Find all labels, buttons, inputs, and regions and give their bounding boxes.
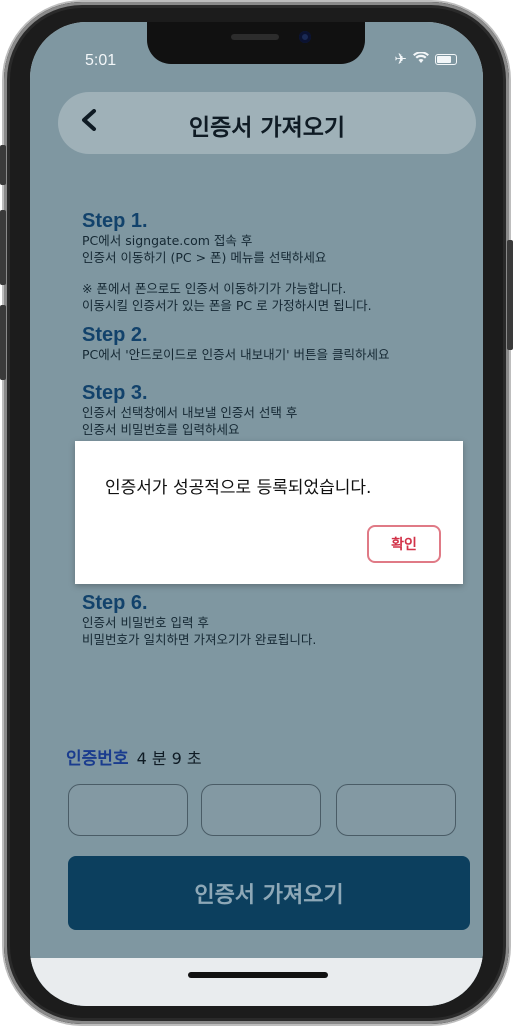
speaker xyxy=(231,34,279,40)
bottom-area xyxy=(30,958,483,1006)
auth-time-remaining: 4 분 9 초 xyxy=(136,749,202,768)
camera xyxy=(299,31,311,43)
step-line: 인증서 비밀번호를 입력하세요 xyxy=(82,422,240,437)
step-line: PC에서 signgate.com 접속 후 xyxy=(82,233,253,248)
step-title: Step 1. xyxy=(82,210,148,232)
volume-up-button xyxy=(0,210,6,285)
dialog-message: 인증서가 성공적으로 등록되었습니다. xyxy=(105,478,372,498)
step-line: 인증서 선택창에서 내보낼 인증서 선택 후 xyxy=(82,405,298,420)
airplane-icon: ✈ xyxy=(394,50,407,68)
power-button xyxy=(507,240,513,350)
step-2: Step 2. PC에서 '안드로이드로 인증서 내보내기' 버튼을 클릭하세요 xyxy=(82,324,390,363)
step-line: 비밀번호가 일치하면 가져오기가 완료됩니다. xyxy=(82,632,317,647)
step-note: ※ 폰에서 폰으로도 인증서 이동하기가 가능합니다. xyxy=(82,281,347,296)
volume-down-button xyxy=(0,305,6,380)
alert-dialog: 인증서가 성공적으로 등록되었습니다. 확인 xyxy=(75,441,463,584)
step-1: Step 1. PC에서 signgate.com 접속 후 인증서 이동하기 … xyxy=(82,210,372,314)
auth-label: 인증번호 xyxy=(66,749,129,769)
step-note: 이동시킬 인증서가 있는 폰을 PC 로 가정하시면 됩니다. xyxy=(82,298,372,313)
home-indicator[interactable] xyxy=(188,972,328,978)
step-line: PC에서 '안드로이드로 인증서 내보내기' 버튼을 클릭하세요 xyxy=(82,347,390,362)
battery-icon xyxy=(435,53,457,65)
screen: 5:01 ✈ 인증서 가져오기 Step 1. PC에서 signgate.co… xyxy=(30,22,483,1006)
mute-switch xyxy=(0,145,6,185)
notch xyxy=(147,22,365,64)
confirm-button[interactable]: 확인 xyxy=(367,525,441,563)
step-line: 인증서 비밀번호 입력 후 xyxy=(82,615,209,630)
page-title: 인증서 가져오기 xyxy=(188,115,346,141)
status-time: 5:01 xyxy=(85,52,117,69)
status-icons: ✈ xyxy=(394,50,457,68)
step-title: Step 6. xyxy=(82,592,148,614)
step-title: Step 2. xyxy=(82,324,148,346)
code-input-2[interactable] xyxy=(201,784,321,836)
auth-timer: 인증번호 4 분 9 초 xyxy=(66,744,202,769)
import-certificate-button[interactable]: 인증서 가져오기 xyxy=(68,856,470,930)
header-bar: 인증서 가져오기 xyxy=(58,92,476,154)
status-bar: 5:01 ✈ xyxy=(30,22,483,92)
step-6: Step 6. 인증서 비밀번호 입력 후 비밀번호가 일치하면 가져오기가 완… xyxy=(82,592,316,648)
step-line: 인증서 이동하기 (PC > 폰) 메뉴를 선택하세요 xyxy=(82,250,327,265)
code-input-3[interactable] xyxy=(336,784,456,836)
wifi-icon xyxy=(413,50,429,68)
step-title: Step 3. xyxy=(82,382,148,404)
step-3: Step 3. 인증서 선택창에서 내보낼 인증서 선택 후 인증서 비밀번호를… xyxy=(82,382,297,438)
code-input-1[interactable] xyxy=(68,784,188,836)
